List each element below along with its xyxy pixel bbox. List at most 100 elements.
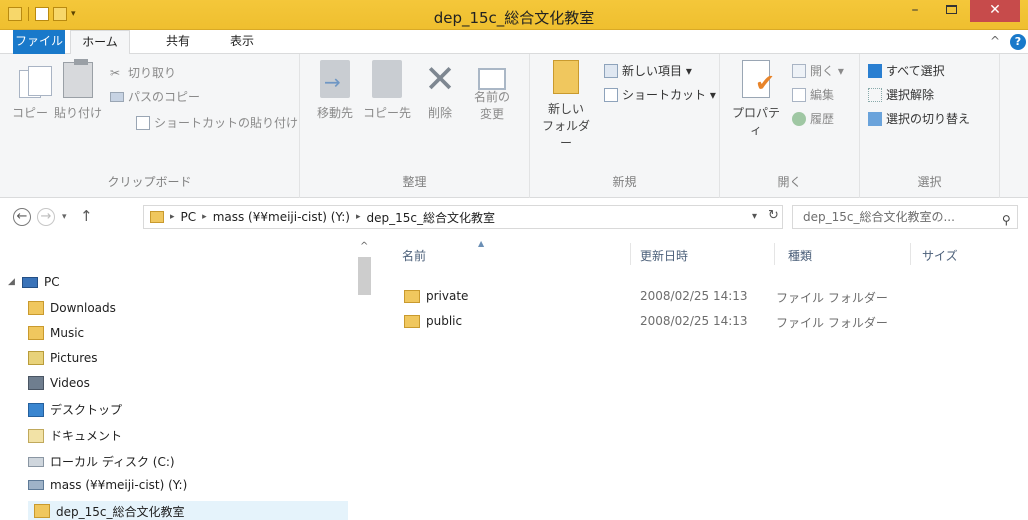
file-modified: 2008/02/25 14:13: [640, 289, 748, 303]
column-header-type[interactable]: 種類: [788, 247, 812, 264]
open-group: プロパティ 開く ▾ 編集 履歴 開く: [720, 54, 860, 198]
file-list: 名前 ▲ 更新日時 種類 サイズ private 2008/02/25 14:1…: [380, 235, 1028, 520]
select-none-icon: [868, 87, 882, 102]
properties-button[interactable]: プロパティ: [728, 60, 784, 138]
collapse-ribbon-icon[interactable]: ^: [990, 34, 1000, 48]
nav-label: ドキュメント: [50, 429, 123, 443]
chevron-right-icon[interactable]: ▸: [202, 212, 207, 222]
nav-item-music[interactable]: Music: [28, 326, 84, 340]
select-group: すべて選択 選択解除 選択の切り替え 選択: [860, 54, 1000, 198]
window-title: dep_15c_総合文化教室: [433, 9, 595, 27]
file-name-cell: public: [404, 314, 462, 328]
chevron-right-icon[interactable]: ▸: [170, 212, 175, 222]
nav-scrollbar[interactable]: ^: [356, 235, 373, 520]
scroll-up-icon[interactable]: ^: [360, 241, 368, 252]
select-none-button[interactable]: 選択解除: [868, 86, 934, 103]
nav-item-local-disk[interactable]: ローカル ディスク (C:): [28, 453, 175, 470]
nav-label: Downloads: [50, 301, 116, 315]
properties-label: プロパティ: [731, 106, 780, 137]
address-dropdown-icon[interactable]: ▾: [752, 211, 757, 222]
downloads-folder-icon: [28, 301, 44, 315]
new-folder-button[interactable]: 新しい フォルダー: [540, 60, 592, 151]
column-header-name[interactable]: 名前: [402, 247, 426, 264]
tab-share[interactable]: 共有: [158, 30, 198, 54]
nav-item-videos[interactable]: Videos: [28, 376, 90, 390]
new-folder-label-line1: 新しい: [547, 102, 584, 116]
address-bar[interactable]: ▸ PC ▸ mass (¥¥meiji-cist) (Y:) ▸ dep_15…: [143, 205, 783, 229]
cut-label: 切り取り: [128, 66, 177, 80]
edit-button[interactable]: 編集: [792, 86, 834, 103]
nav-label: Music: [50, 326, 85, 340]
music-folder-icon: [28, 326, 44, 340]
nav-item-desktop[interactable]: デスクトップ: [28, 401, 122, 418]
breadcrumb-drive[interactable]: mass (¥¥meiji-cist) (Y:): [213, 210, 350, 224]
column-header-modified[interactable]: 更新日時: [640, 247, 688, 264]
nav-item-downloads[interactable]: Downloads: [28, 301, 116, 315]
open-icon: [792, 63, 806, 78]
column-header-size[interactable]: サイズ: [922, 247, 958, 264]
tab-file[interactable]: ファイル: [13, 30, 65, 54]
refresh-icon[interactable]: ↻: [768, 208, 779, 223]
paste-icon: [63, 59, 93, 98]
invert-selection-button[interactable]: 選択の切り替え: [868, 110, 970, 127]
table-row[interactable]: private 2008/02/25 14:13 ファイル フォルダー: [396, 285, 1016, 307]
delete-button[interactable]: ✕ 削除: [422, 60, 458, 121]
shortcut-label: ショートカット ▾: [622, 88, 716, 102]
file-modified: 2008/02/25 14:13: [640, 314, 748, 328]
expand-icon[interactable]: ◢: [8, 277, 16, 287]
breadcrumb-pc[interactable]: PC: [181, 210, 197, 224]
nav-label: dep_15c_総合文化教室: [56, 504, 185, 519]
move-to-button[interactable]: 移動先: [310, 60, 360, 121]
column-divider[interactable]: [630, 243, 631, 265]
tab-home[interactable]: ホーム: [70, 30, 130, 55]
easy-access-button[interactable]: ショートカット ▾: [604, 86, 716, 103]
history-label: 履歴: [810, 112, 835, 126]
nav-item-documents[interactable]: ドキュメント: [28, 427, 122, 444]
copy-button[interactable]: コピー: [8, 60, 52, 121]
nav-item-network-drive[interactable]: mass (¥¥meiji-cist) (Y:): [28, 478, 187, 492]
nav-item-pictures[interactable]: Pictures: [28, 351, 98, 365]
copy-path-button[interactable]: パスのコピー: [110, 88, 200, 105]
paste-shortcut-label: ショートカットの貼り付け: [154, 116, 299, 130]
minimize-button[interactable]: –: [898, 0, 932, 22]
paste-button[interactable]: 貼り付け: [50, 59, 106, 121]
new-item-button[interactable]: 新しい項目 ▾: [604, 62, 692, 79]
new-group: 新しい フォルダー 新しい項目 ▾ ショートカット ▾ 新規: [530, 54, 720, 198]
ribbon-tabs: ファイル ホーム 共有 表示 ^ ?: [0, 30, 1028, 55]
maximize-icon: [945, 5, 957, 14]
paste-label: 貼り付け: [53, 106, 102, 120]
column-divider[interactable]: [774, 243, 775, 265]
nav-item-current-folder[interactable]: dep_15c_総合文化教室: [28, 501, 348, 520]
copy-to-button[interactable]: コピー先: [362, 60, 412, 121]
paste-shortcut-icon: [136, 115, 150, 130]
nav-label: mass (¥¥meiji-cist) (Y:): [50, 478, 188, 492]
invert-selection-icon: [868, 111, 882, 126]
recent-locations-icon[interactable]: ▾: [62, 212, 67, 222]
chevron-right-icon[interactable]: ▸: [356, 212, 361, 222]
maximize-button[interactable]: [934, 0, 968, 22]
help-icon[interactable]: ?: [1010, 34, 1026, 50]
column-divider[interactable]: [910, 243, 911, 265]
tab-view[interactable]: 表示: [222, 30, 262, 54]
folder-icon: [404, 315, 420, 328]
search-box[interactable]: dep_15c_総合文化教室の... ⚲: [792, 205, 1018, 229]
local-disk-icon: [28, 456, 44, 467]
delete-label: 削除: [427, 106, 452, 120]
file-name: public: [426, 314, 463, 328]
paste-shortcut-button[interactable]: ショートカットの貼り付け: [136, 114, 298, 131]
close-button[interactable]: ✕: [970, 0, 1020, 22]
history-button[interactable]: 履歴: [792, 110, 834, 127]
scroll-thumb[interactable]: [358, 257, 371, 295]
network-drive-icon: [28, 480, 44, 490]
select-all-button[interactable]: すべて選択: [868, 62, 945, 79]
up-button[interactable]: ↑: [80, 207, 93, 225]
rename-button[interactable]: 名前の 変更: [470, 60, 514, 122]
nav-item-pc[interactable]: ◢ PC: [8, 275, 60, 289]
cut-button[interactable]: ✂ 切り取り: [110, 64, 176, 81]
back-button[interactable]: ←: [13, 208, 31, 226]
search-icon[interactable]: ⚲: [1002, 209, 1011, 231]
open-button[interactable]: 開く ▾: [792, 62, 844, 79]
table-row[interactable]: public 2008/02/25 14:13 ファイル フォルダー: [396, 310, 1016, 332]
breadcrumb-folder[interactable]: dep_15c_総合文化教室: [366, 209, 495, 226]
forward-button[interactable]: →: [37, 208, 55, 226]
